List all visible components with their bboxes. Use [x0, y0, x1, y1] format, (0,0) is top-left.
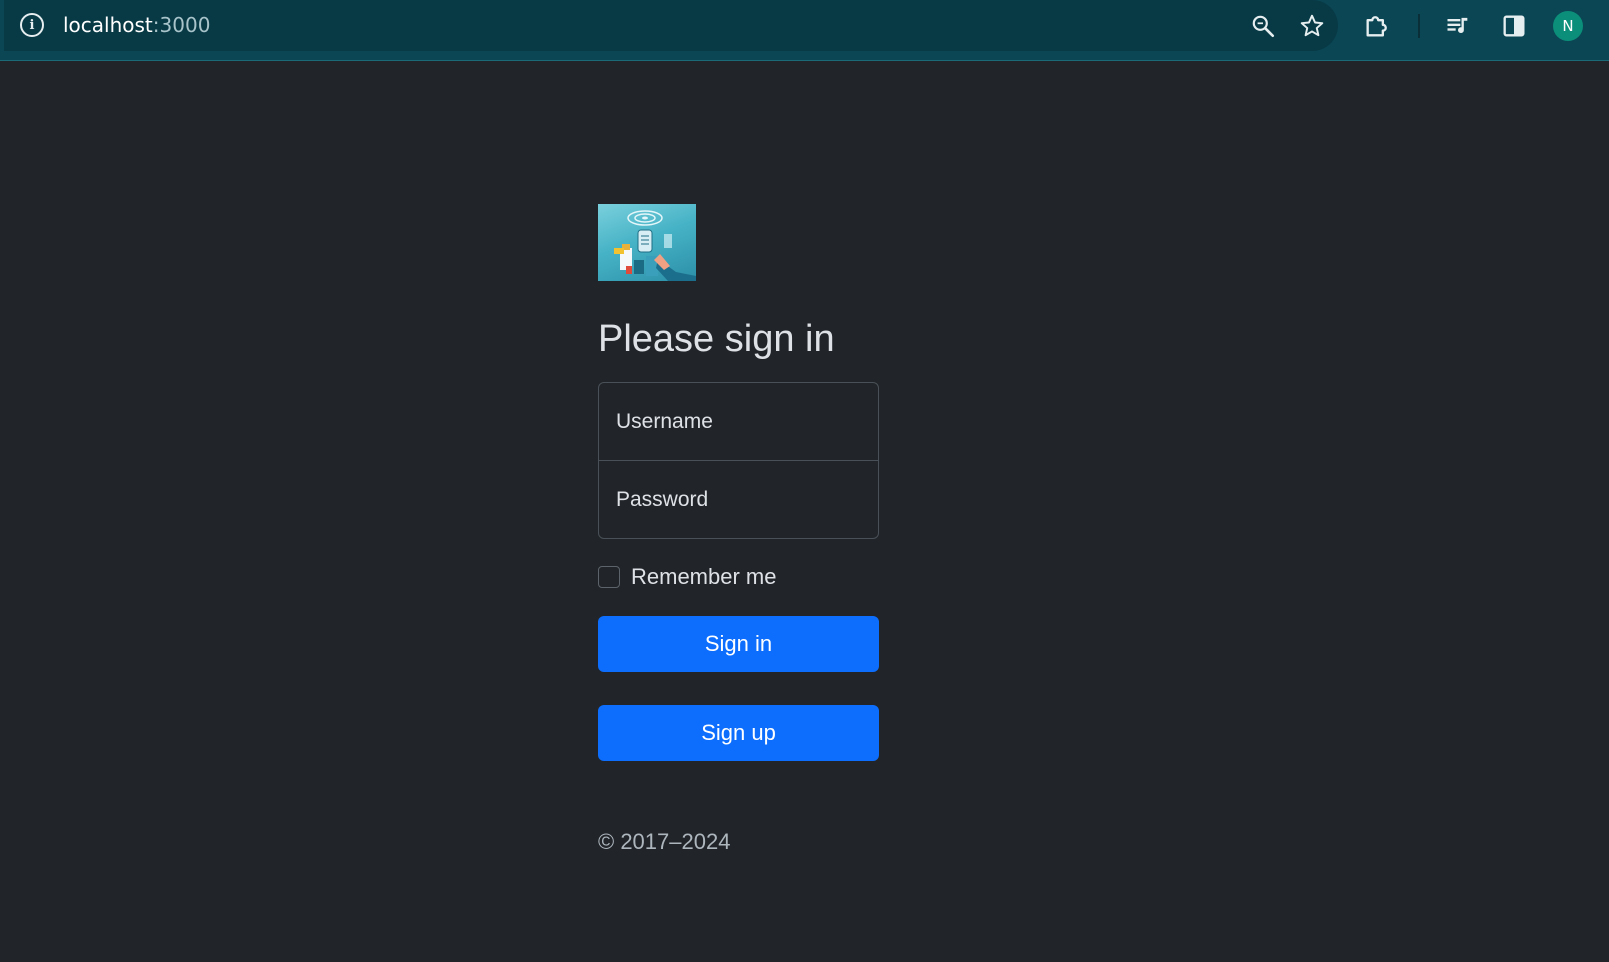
- address-bar[interactable]: i localhost:3000: [4, 0, 1338, 51]
- page-title: Please sign in: [598, 318, 835, 360]
- profile-avatar[interactable]: N: [1553, 11, 1583, 41]
- side-panel-icon[interactable]: [1500, 12, 1528, 40]
- url-text[interactable]: localhost:3000: [63, 13, 210, 37]
- username-input[interactable]: [599, 383, 878, 460]
- toolbar-separator: [1418, 14, 1420, 38]
- remember-me-row[interactable]: Remember me: [598, 564, 776, 590]
- url-host: localhost: [63, 13, 153, 37]
- sign-up-button[interactable]: Sign up: [598, 705, 879, 761]
- extensions-icon[interactable]: [1363, 12, 1391, 40]
- media-control-icon[interactable]: [1444, 12, 1472, 40]
- username-field[interactable]: [598, 382, 879, 461]
- zoom-icon[interactable]: [1250, 13, 1276, 39]
- star-icon[interactable]: [1299, 13, 1325, 39]
- password-input[interactable]: [599, 461, 878, 538]
- password-field[interactable]: [598, 460, 879, 539]
- remember-me-checkbox[interactable]: [598, 566, 620, 588]
- info-icon[interactable]: i: [20, 13, 44, 37]
- copyright-text: © 2017–2024: [598, 829, 731, 854]
- url-port: :3000: [152, 13, 211, 37]
- remember-me-label[interactable]: Remember me: [631, 564, 776, 590]
- sign-in-button[interactable]: Sign in: [598, 616, 879, 672]
- browser-toolbar: i localhost:3000 N: [0, 0, 1609, 61]
- logo-image: [598, 204, 696, 281]
